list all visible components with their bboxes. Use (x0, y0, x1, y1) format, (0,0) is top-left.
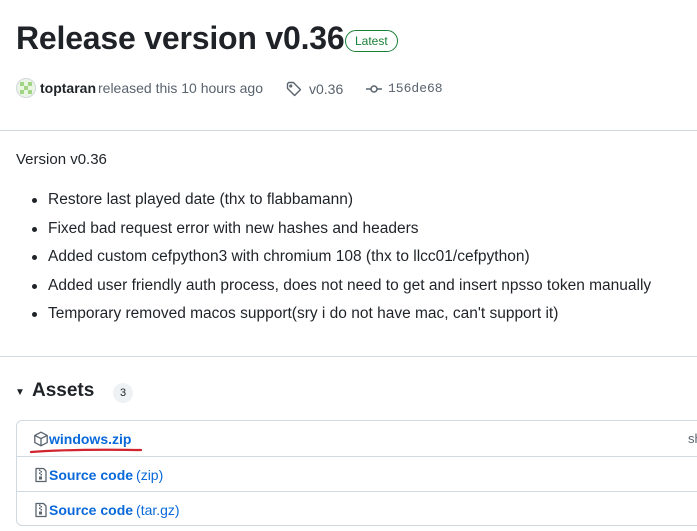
list-item: Temporary removed macos support(sry i do… (32, 302, 692, 331)
author-link[interactable]: toptaran (40, 80, 96, 96)
asset-link[interactable]: Source code (zip) (49, 467, 163, 483)
latest-badge: Latest (345, 30, 398, 52)
list-item: Fixed bad request error with new hashes … (32, 217, 692, 246)
author-avatar[interactable] (16, 78, 36, 98)
assets-title[interactable]: Assets (32, 380, 94, 402)
release-notes-list: Restore last played date (thx to flabbam… (32, 188, 692, 331)
header-divider (0, 130, 697, 131)
list-item: Added user friendly auth process, does n… (32, 274, 692, 303)
release-title: Release version v0.36 (16, 20, 345, 56)
tag-link[interactable]: v0.36 (309, 81, 343, 97)
asset-checksum-text: sh (688, 431, 697, 446)
assets-count-badge: 3 (113, 383, 133, 403)
asset-link[interactable]: Source code (tar.gz) (49, 502, 180, 518)
file-zip-icon (33, 502, 49, 523)
list-item: Added custom cefpython3 with chromium 10… (32, 245, 692, 274)
asset-row-source-zip[interactable]: Source code (zip) (17, 456, 697, 492)
tag-icon (286, 81, 302, 100)
caret-down-icon[interactable]: ▼ (15, 387, 25, 398)
red-annotation-underline (29, 448, 143, 454)
list-item: Restore last played date (thx to flabbam… (32, 188, 692, 217)
release-time-text: released this 10 hours ago (98, 80, 263, 96)
notes-heading: Version v0.36 (16, 151, 107, 168)
assets-list: windows.zip sh Source code(zip) Source c… (16, 420, 697, 526)
file-zip-icon (33, 467, 49, 488)
notes-divider (0, 356, 697, 357)
commit-link[interactable]: 156de68 (388, 81, 443, 96)
asset-link[interactable]: windows.zip (49, 431, 131, 447)
commit-icon (366, 81, 382, 100)
asset-row-source-targz[interactable]: Source code (tar.gz) (17, 491, 697, 525)
